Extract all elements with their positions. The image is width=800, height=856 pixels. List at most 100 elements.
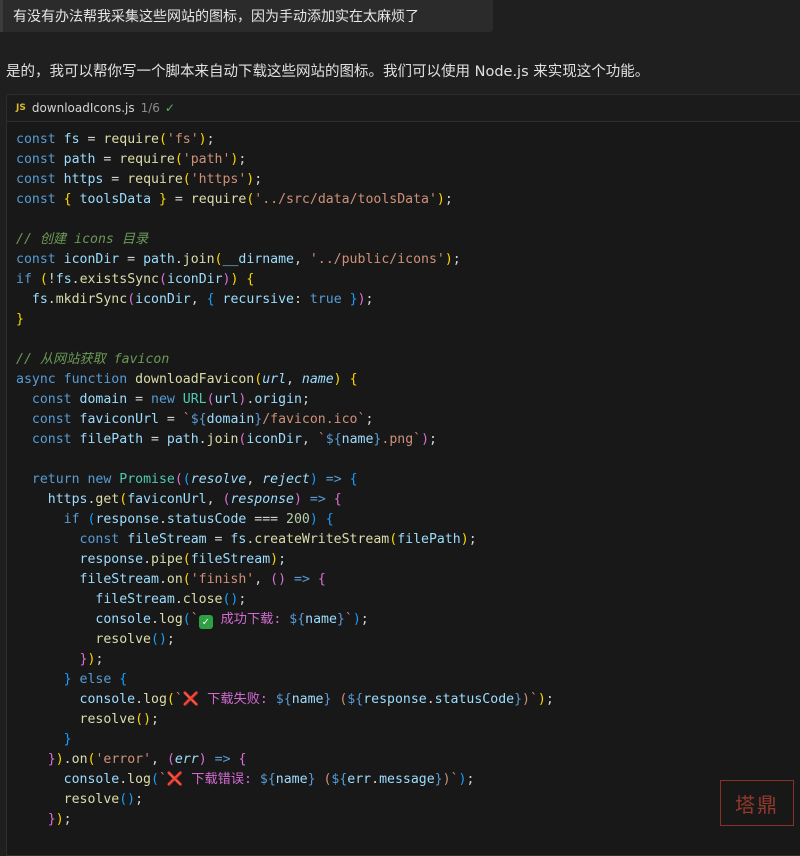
code-token: ; bbox=[360, 612, 369, 627]
code-token: = bbox=[79, 132, 104, 147]
code-token: ) bbox=[460, 532, 469, 547]
code-token: ; bbox=[95, 652, 104, 667]
code-token: 'error' bbox=[95, 752, 152, 767]
code-block-header[interactable]: JS downloadIcons.js 1/6 ✓ bbox=[7, 95, 800, 122]
version-counter[interactable]: 1/6 bbox=[141, 101, 160, 115]
code-token: . bbox=[150, 612, 159, 627]
code-token: ${ bbox=[347, 692, 364, 707]
code-token: ${ bbox=[259, 772, 276, 787]
code-token: ) bbox=[444, 252, 453, 267]
code-token: ` bbox=[174, 692, 183, 707]
code-token: const bbox=[16, 152, 56, 167]
code-token: domain bbox=[79, 392, 128, 407]
code-token: ; bbox=[301, 392, 310, 407]
code-token: ) bbox=[333, 372, 342, 387]
code-token: } bbox=[158, 192, 167, 207]
code-line: const filePath = path.join(iconDir, `${n… bbox=[16, 430, 800, 450]
code-token: ) bbox=[127, 792, 136, 807]
code-token: filePath bbox=[397, 532, 461, 547]
code-token: ) bbox=[158, 632, 167, 647]
code-token: } bbox=[349, 292, 358, 307]
code-line: }); bbox=[16, 810, 800, 830]
code-token: ( bbox=[182, 572, 191, 587]
code-token: ( bbox=[182, 552, 191, 567]
code-token: ${ bbox=[325, 432, 342, 447]
code-filename[interactable]: downloadIcons.js bbox=[32, 101, 135, 115]
code-token: 下载错误: bbox=[183, 772, 260, 787]
code-token: } bbox=[63, 732, 72, 747]
code-token: ( bbox=[159, 272, 167, 287]
code-token: } bbox=[16, 312, 24, 327]
code-token: { bbox=[325, 512, 334, 527]
code-token: Promise bbox=[119, 472, 175, 487]
user-message-text: 有没有办法帮我采集这些网站的图标，因为手动添加实在太麻烦了 bbox=[13, 9, 419, 25]
code-token: fs bbox=[230, 532, 247, 547]
code-line: const domain = new URL(url).origin; bbox=[16, 390, 800, 410]
code-token: } bbox=[514, 692, 523, 707]
code-token: { bbox=[238, 752, 247, 767]
code-token: 下载失败: bbox=[199, 692, 276, 707]
code-token: console bbox=[63, 772, 120, 787]
code-token: . bbox=[174, 252, 183, 267]
code-token: { bbox=[333, 492, 342, 507]
code-token: new bbox=[151, 392, 175, 407]
code-token: /favicon.ico` bbox=[262, 412, 366, 427]
code-token: name bbox=[275, 772, 308, 787]
code-line: } bbox=[16, 730, 800, 750]
code-token: === bbox=[246, 512, 287, 527]
code-token: true bbox=[309, 292, 342, 307]
code-token: get bbox=[95, 492, 120, 507]
code-line: const fs = require('fs'); bbox=[16, 130, 800, 150]
code-token: new bbox=[87, 472, 112, 487]
code-token: ( bbox=[389, 532, 398, 547]
error-x-icon: ❌ bbox=[166, 772, 184, 787]
code-token: if bbox=[16, 272, 32, 287]
code-token: { bbox=[119, 672, 128, 687]
code-token: on bbox=[71, 752, 88, 767]
code-token: = bbox=[103, 172, 128, 187]
code-token: ; bbox=[63, 812, 72, 827]
code-token: origin bbox=[254, 392, 302, 407]
code-token: require bbox=[190, 192, 247, 207]
code-line: async function downloadFavicon(url, name… bbox=[16, 370, 800, 390]
code-token: createWriteStream bbox=[254, 532, 390, 547]
code-token: ` bbox=[344, 612, 353, 627]
code-line: fileStream.close(); bbox=[16, 590, 800, 610]
code-editor[interactable]: const fs = require('fs'); const path = re… bbox=[7, 122, 800, 830]
code-token: . bbox=[119, 772, 128, 787]
code-token: ( bbox=[214, 252, 223, 267]
code-token: ; bbox=[545, 692, 554, 707]
code-token: path bbox=[63, 152, 96, 167]
code-token: ( bbox=[174, 152, 183, 167]
code-token: if bbox=[63, 512, 80, 527]
code-line: const path = require('path'); bbox=[16, 150, 800, 170]
code-token: recursive bbox=[222, 292, 294, 307]
code-token: join bbox=[206, 432, 239, 447]
code-token: { bbox=[349, 472, 358, 487]
code-token: path bbox=[166, 432, 199, 447]
code-token: require bbox=[127, 172, 183, 187]
code-token: ${ bbox=[289, 612, 306, 627]
code-token: join bbox=[182, 252, 215, 267]
code-token: resolve bbox=[63, 792, 120, 807]
code-token: = bbox=[158, 412, 183, 427]
code-token: } bbox=[63, 672, 72, 687]
code-token: resolve bbox=[190, 472, 247, 487]
code-token: ( bbox=[119, 792, 128, 807]
